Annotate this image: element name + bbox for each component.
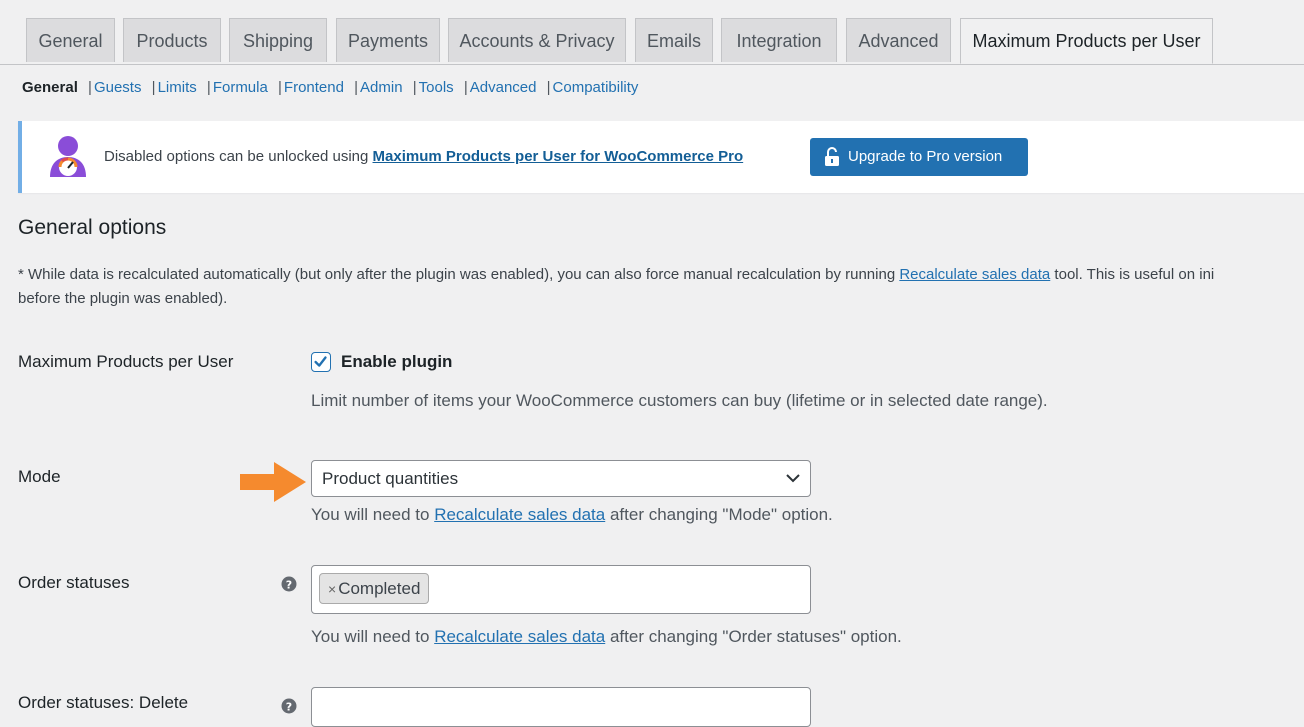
tab-payments[interactable]: Payments [336, 18, 440, 62]
mode-field-label: Mode [18, 467, 61, 486]
plugin-field-description: Limit number of items your WooCommerce c… [311, 391, 1048, 410]
section-description: * While data is recalculated automatical… [18, 263, 1214, 311]
subnav-link-frontend[interactable]: Frontend [284, 79, 344, 96]
recalculate-sales-data-link[interactable]: Recalculate sales data [899, 266, 1050, 283]
unlock-icon [825, 147, 839, 166]
chip-label: Completed [338, 579, 421, 598]
subnav-current-general: General [22, 79, 78, 96]
subnav-separator: | [278, 79, 282, 96]
tab-integration[interactable]: Integration [721, 18, 837, 62]
subnav-separator: | [206, 79, 211, 96]
section-title: General options [18, 216, 167, 239]
enable-plugin-checkbox[interactable] [311, 352, 331, 372]
help-tooltip-icon[interactable]: ? [281, 698, 297, 714]
tab-emails[interactable]: Emails [635, 18, 713, 62]
order-statuses-multiselect[interactable]: × Completed [311, 565, 811, 614]
desc-text: after changing "Mode" option. [605, 505, 833, 524]
subnav-separator: | [546, 79, 551, 96]
settings-tabs: General Products Shipping Payments Accou… [0, 18, 1304, 65]
subnav-separator: | [88, 79, 92, 96]
subnav-separator: | [412, 79, 417, 96]
tab-shipping[interactable]: Shipping [229, 18, 327, 62]
subnav-link-compatibility[interactable]: Compatibility [553, 79, 639, 96]
subnav-separator: | [151, 79, 156, 96]
upgrade-to-pro-button[interactable]: Upgrade to Pro version [810, 138, 1028, 176]
enable-plugin-label[interactable]: Enable plugin [341, 352, 452, 372]
svg-text:?: ? [286, 579, 292, 592]
chevron-down-icon [786, 474, 800, 483]
mode-field-description: You will need to Recalculate sales data … [311, 505, 833, 525]
upgrade-button-label: Upgrade to Pro version [848, 148, 1003, 165]
tab-general[interactable]: General [26, 18, 115, 62]
subnav-link-tools[interactable]: Tools [419, 79, 454, 96]
order-statuses-field-label: Order statuses [18, 573, 130, 592]
desc-text: * While data is recalculated automatical… [18, 266, 900, 283]
checkmark-icon [314, 356, 327, 367]
recalculate-sales-data-link[interactable]: Recalculate sales data [434, 505, 605, 524]
order-status-chip: × Completed [319, 573, 430, 604]
desc-text: before the plugin was enabled). [18, 290, 228, 307]
recalculate-sales-data-link[interactable]: Recalculate sales data [434, 627, 605, 646]
mode-selected-value: Product quantities [322, 469, 459, 488]
subnav-separator: | [463, 79, 468, 96]
plugin-logo-icon [50, 136, 86, 177]
subnav-separator: | [354, 79, 359, 96]
subnav-link-admin[interactable]: Admin [360, 79, 403, 96]
desc-text: You will need to [311, 627, 435, 646]
tab-maximum-products-per-user[interactable]: Maximum Products per User [960, 18, 1213, 64]
plugin-field-label: Maximum Products per User [18, 352, 234, 371]
notice-message: Disabled options can be unlocked using M… [104, 148, 743, 165]
tab-products[interactable]: Products [123, 18, 221, 62]
tab-advanced[interactable]: Advanced [846, 18, 951, 62]
subnav-link-limits[interactable]: Limits [158, 79, 197, 96]
order-statuses-delete-multiselect[interactable] [311, 687, 811, 727]
order-statuses-delete-field-label: Order statuses: Delete [18, 693, 189, 712]
subnav-link-advanced[interactable]: Advanced [470, 79, 537, 96]
desc-text: tool. This is useful on ini [1050, 266, 1215, 283]
subsection-nav: General | Guests | Limits | Formula | Fronte… [22, 77, 638, 99]
orange-arrow-icon [240, 462, 306, 502]
subnav-link-guests[interactable]: Guests [94, 79, 142, 96]
notice-text: Disabled options can be unlocked using [104, 148, 373, 165]
svg-text:?: ? [286, 701, 292, 714]
desc-text: You will need to [311, 505, 435, 524]
pro-upgrade-notice: Disabled options can be unlocked using M… [18, 121, 1304, 193]
subnav-link-formula[interactable]: Formula [213, 79, 268, 96]
chip-remove-icon[interactable]: × [328, 581, 336, 597]
mode-select[interactable]: Product quantities [311, 460, 811, 497]
tab-accounts-privacy[interactable]: Accounts & Privacy [448, 18, 626, 62]
desc-text: after changing "Order statuses" option. [605, 627, 902, 646]
help-tooltip-icon[interactable]: ? [281, 576, 297, 592]
pro-version-link[interactable]: Maximum Products per User for WooCommerc… [373, 148, 744, 165]
order-statuses-field-description: You will need to Recalculate sales data … [311, 627, 902, 647]
